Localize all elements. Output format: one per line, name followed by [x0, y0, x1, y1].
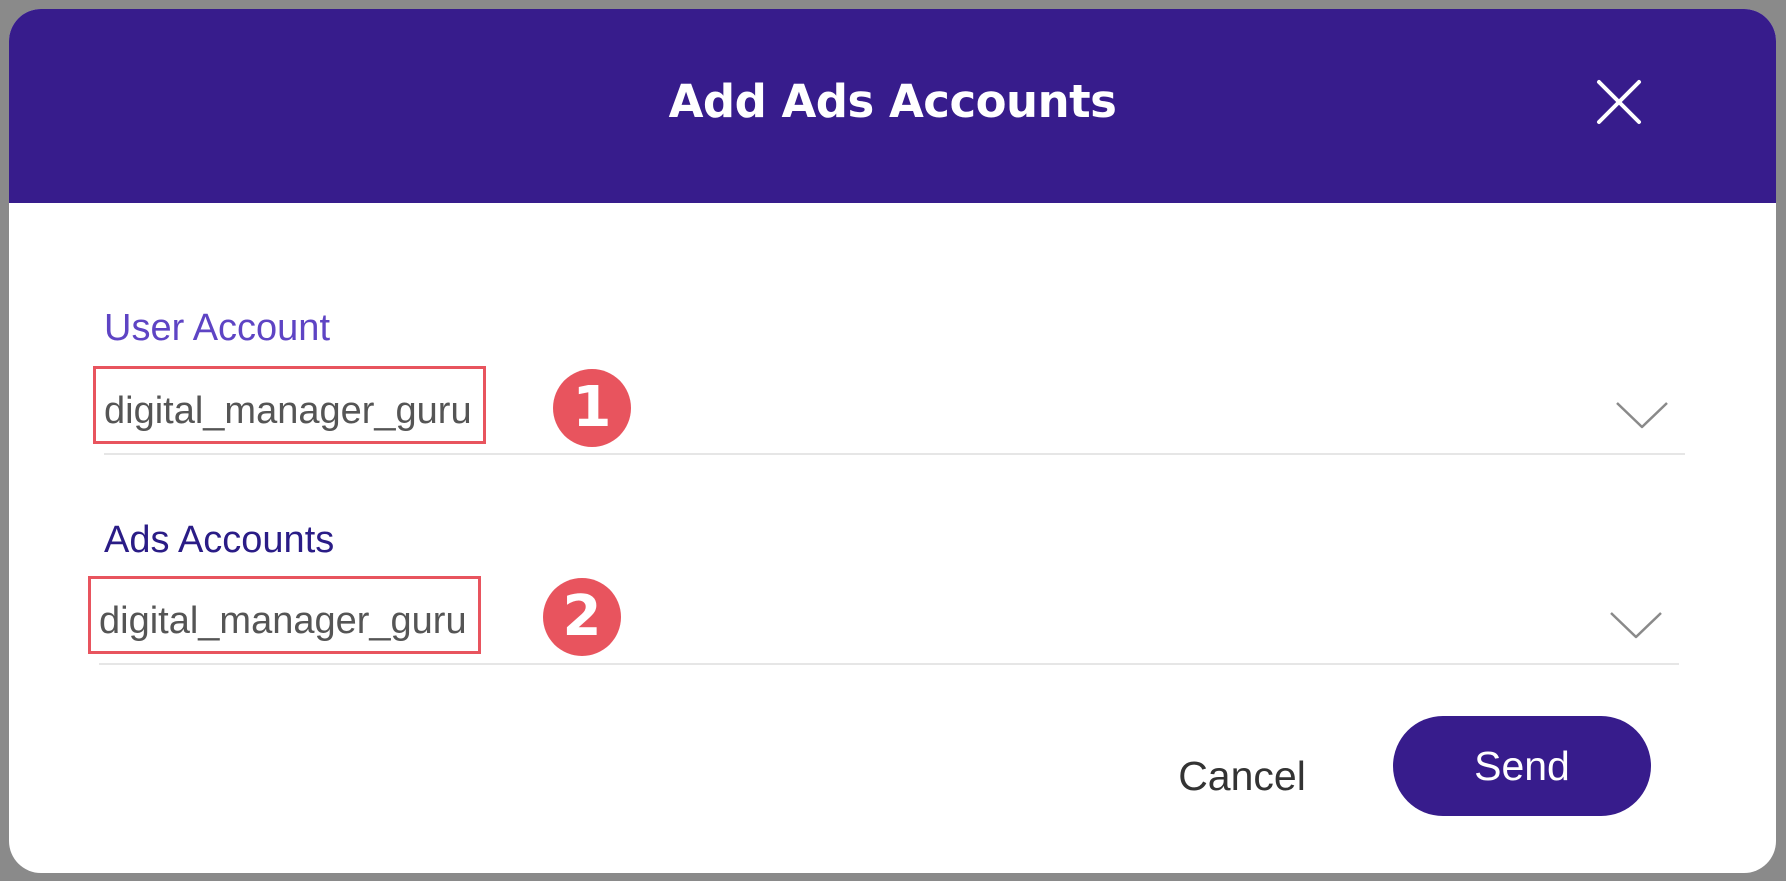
annotation-highlight-user-account [93, 366, 486, 444]
user-account-underline [104, 453, 1685, 455]
user-account-label: User Account [104, 307, 330, 349]
annotation-badge-2: 2 [543, 578, 621, 656]
dialog-title: Add Ads Accounts [668, 75, 1117, 128]
chevron-down-icon[interactable] [1608, 610, 1664, 640]
cancel-button[interactable]: Cancel [1167, 749, 1317, 803]
dialog-header: Add Ads Accounts [9, 9, 1776, 203]
add-ads-accounts-dialog: Add Ads Accounts User Account digital_ma… [9, 9, 1776, 873]
ads-accounts-label: Ads Accounts [104, 519, 335, 561]
chevron-down-icon[interactable] [1614, 400, 1670, 430]
annotation-badge-1: 1 [553, 369, 631, 447]
send-button[interactable]: Send [1393, 716, 1651, 816]
annotation-highlight-ads-accounts [88, 576, 481, 654]
close-button[interactable] [1593, 76, 1645, 128]
ads-accounts-underline [99, 663, 1679, 665]
close-icon [1597, 80, 1641, 124]
